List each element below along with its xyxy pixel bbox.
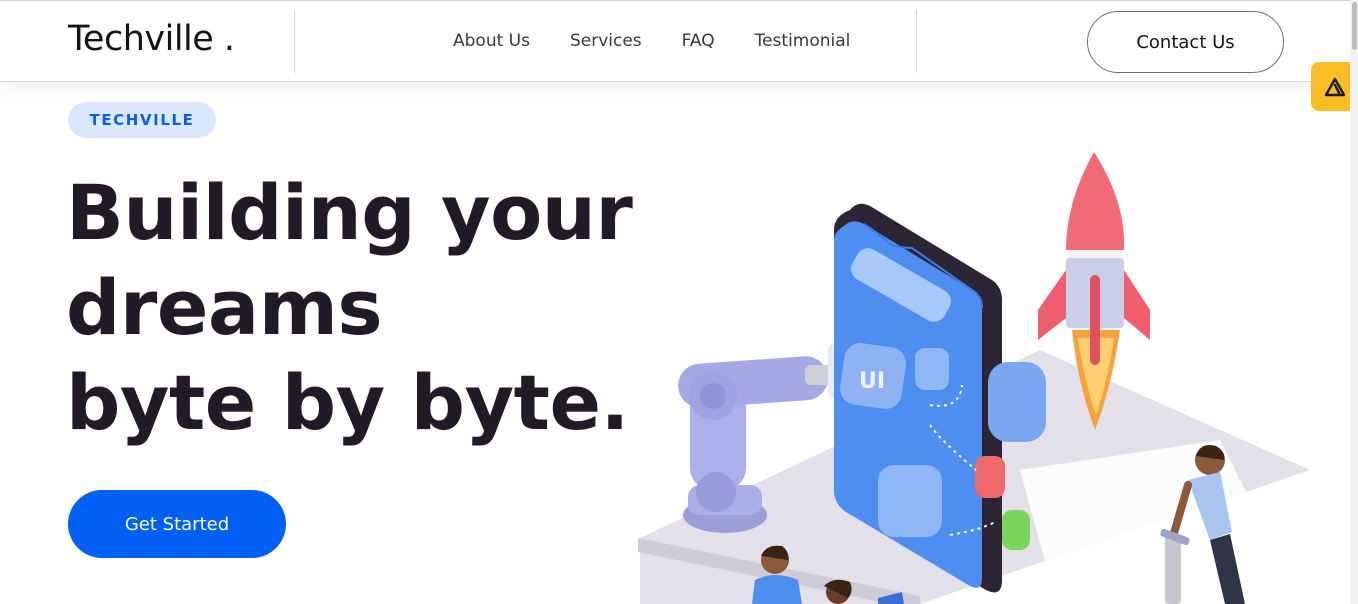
headline-line-1: Building your [66,168,633,257]
ui-chip-label: UI [859,369,885,394]
scrollbar-thumb[interactable] [1352,2,1357,50]
nav-services[interactable]: Services [570,31,642,51]
hero-tag-badge: TECHVILLE [68,102,216,138]
scrollbar[interactable] [1350,0,1358,604]
headline-line-2: dreams [66,263,383,352]
main-nav: About Us Services FAQ Testimonial [453,31,850,51]
triangle-logo-icon [1324,77,1345,96]
ui-chip: UI [840,343,906,409]
hero-headline: Building your dreams byte by byte. [66,165,633,450]
hero-illustration: UI [638,152,1310,604]
header-bar: Techville . About Us Services FAQ Testim… [0,0,1358,82]
headline-line-3: byte by byte. [66,358,629,447]
nav-faq[interactable]: FAQ [682,31,715,51]
contact-us-button[interactable]: Contact Us [1087,11,1284,73]
nav-divider-right [916,10,917,73]
nav-testimonial[interactable]: Testimonial [755,31,851,51]
nav-about-us[interactable]: About Us [453,31,530,51]
brand-logo[interactable]: Techville . [68,19,235,59]
get-started-button[interactable]: Get Started [68,490,286,558]
nav-divider-left [294,10,295,73]
